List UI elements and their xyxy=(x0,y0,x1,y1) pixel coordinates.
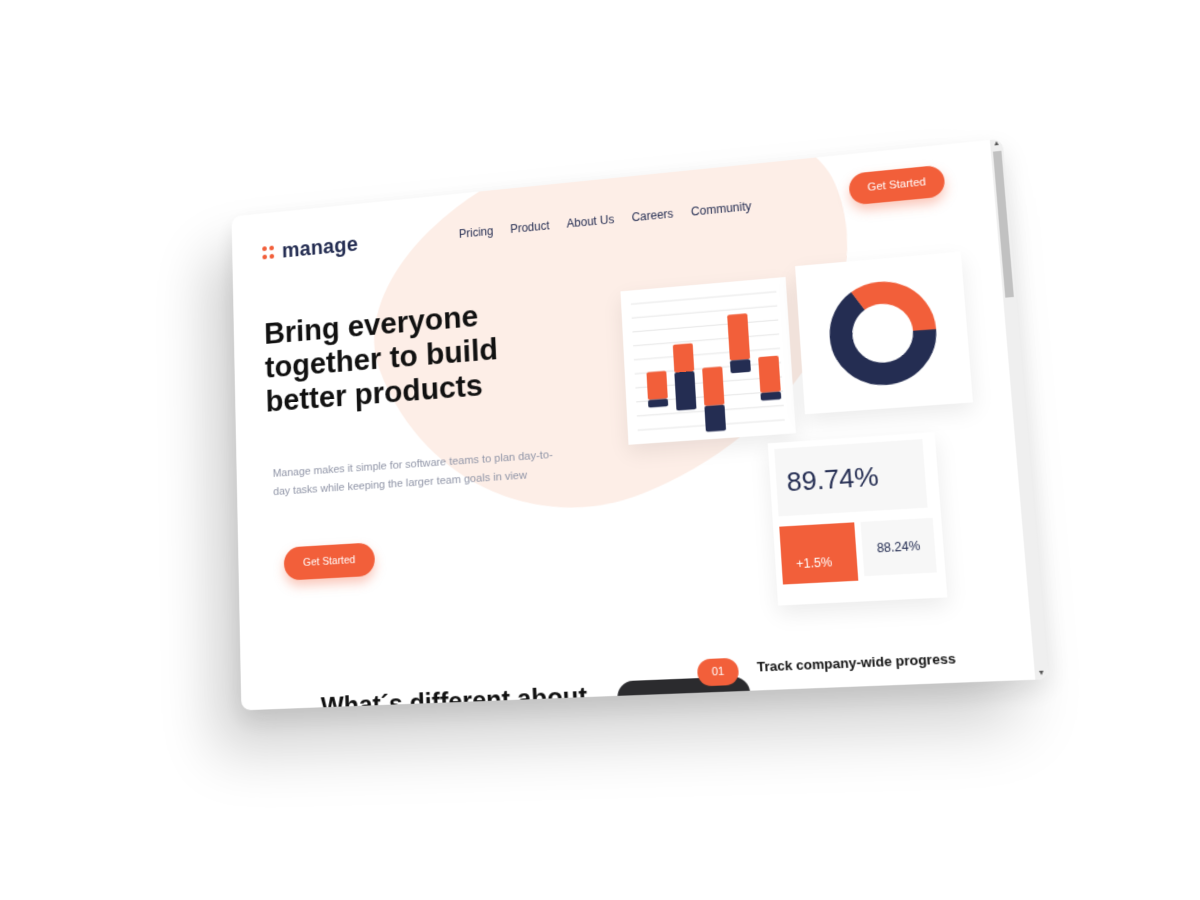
stat-main-value: 89.74% xyxy=(774,439,928,517)
get-started-hero-button[interactable]: Get Started xyxy=(283,542,376,581)
bar-segment-orange xyxy=(727,313,751,361)
donut-chart-card xyxy=(795,251,973,414)
scroll-down-arrow-icon[interactable]: ▼ xyxy=(1037,670,1047,679)
bar-chart-gridline xyxy=(632,320,778,332)
bar-segment-navy xyxy=(674,371,697,411)
bar-segment-orange xyxy=(702,366,725,407)
bar-chart-gridline xyxy=(633,334,779,346)
bar-segment-orange xyxy=(672,343,695,373)
bar-segment-navy xyxy=(704,404,727,432)
bar-segment-navy xyxy=(760,391,782,401)
browser-window: manage Pricing Product About Us Careers … xyxy=(231,138,1049,711)
section-title: What´s different about xyxy=(320,680,588,711)
scrollbar-thumb[interactable] xyxy=(992,150,1014,298)
bar-segment-navy xyxy=(729,359,751,374)
get-started-nav-button[interactable]: Get Started xyxy=(848,164,946,206)
donut-chart-graphic xyxy=(795,251,973,414)
stat-secondary-value: 88.24% xyxy=(860,517,937,577)
logo-dots-icon xyxy=(262,245,275,260)
bar-chart-gridline xyxy=(634,348,780,360)
stage: manage Pricing Product About Us Careers … xyxy=(0,0,1200,900)
logo[interactable]: manage xyxy=(262,232,358,265)
bar-chart-gridline xyxy=(632,306,778,318)
hero-headline: Bring everyone together to build better … xyxy=(263,298,499,419)
stat-change-value: +1.5% xyxy=(779,522,859,585)
logo-text: manage xyxy=(281,231,359,263)
bar-segment-navy xyxy=(647,398,669,408)
bar-segment-orange xyxy=(758,355,781,394)
scrollbar[interactable]: ▲ ▼ xyxy=(989,138,1049,680)
bar-chart-card xyxy=(620,276,796,445)
bar-segment-orange xyxy=(646,370,668,401)
stats-card: 89.74% +1.5% 88.24% xyxy=(767,432,948,606)
bar-chart-gridline xyxy=(631,292,776,304)
bar-chart-graphic xyxy=(620,277,795,445)
scroll-up-arrow-icon[interactable]: ▲ xyxy=(992,140,1001,149)
feature-title: Track company-wide progress xyxy=(756,650,957,675)
feature-number-badge: 01 xyxy=(696,657,740,687)
